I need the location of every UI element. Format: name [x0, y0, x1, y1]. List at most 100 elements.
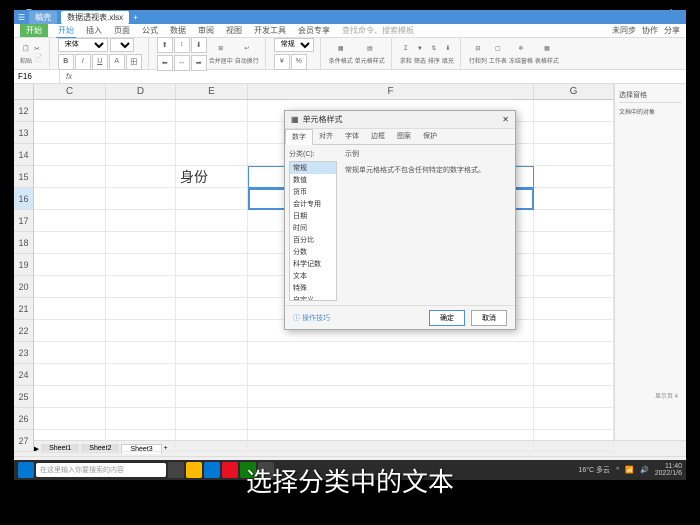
cell-style-button[interactable]: ▤单元格样式 — [355, 43, 385, 65]
coop-button[interactable]: 协作 — [642, 25, 658, 36]
sum-button[interactable]: Σ求和 — [400, 43, 412, 65]
col-header-e[interactable]: E — [176, 84, 248, 99]
align-top-icon[interactable]: ⬆ — [157, 37, 173, 53]
dialog-tips-link[interactable]: ⓘ 操作技巧 — [293, 313, 330, 323]
category-list[interactable]: 常规 数值 货币 会计专用 日期 时间 百分比 分数 科学记数 文本 特殊 自定… — [289, 161, 337, 301]
row-header[interactable]: 15 — [14, 166, 33, 188]
border-button[interactable]: 田 — [126, 54, 142, 70]
row-header[interactable]: 24 — [14, 364, 33, 386]
font-size-select[interactable]: 11 — [110, 38, 134, 52]
ribbon-tab-file[interactable]: 开始 — [20, 24, 48, 37]
italic-button[interactable]: I — [75, 54, 91, 70]
cond-format-button[interactable]: ▦条件格式 — [329, 43, 353, 65]
dialog-titlebar[interactable]: ▦ 单元格样式 ✕ — [285, 111, 515, 129]
bold-button[interactable]: B — [58, 54, 74, 70]
wrap-button[interactable]: ↩自动换行 — [235, 43, 259, 65]
dialog-tab-font[interactable]: 字体 — [339, 129, 365, 144]
row-header[interactable]: 22 — [14, 320, 33, 342]
copy-icon[interactable]: 📄 — [34, 54, 43, 62]
row-header[interactable]: 14 — [14, 144, 33, 166]
table-style-button[interactable]: ▦表格样式 — [535, 43, 559, 65]
name-box[interactable]: F16 — [14, 70, 60, 83]
row-header[interactable]: 12 — [14, 100, 33, 122]
category-custom[interactable]: 自定义 — [290, 294, 336, 301]
row-header[interactable]: 26 — [14, 408, 33, 430]
share-button[interactable]: 分享 — [664, 25, 680, 36]
paste-button[interactable]: 📋粘贴 — [20, 43, 32, 65]
row-header[interactable]: 21 — [14, 298, 33, 320]
row-header[interactable]: 20 — [14, 276, 33, 298]
sort-button[interactable]: ⇅排序 — [428, 43, 440, 65]
underline-button[interactable]: U — [92, 54, 108, 70]
ribbon-tab-layout[interactable]: 页面 — [112, 24, 132, 37]
font-select[interactable]: 宋体 — [58, 38, 108, 52]
category-number[interactable]: 数值 — [290, 174, 336, 186]
ribbon-tab-insert[interactable]: 插入 — [84, 24, 104, 37]
category-percent[interactable]: 百分比 — [290, 234, 336, 246]
col-header-f[interactable]: F — [248, 84, 534, 99]
currency-icon[interactable]: ¥ — [274, 54, 290, 70]
row-header[interactable]: 23 — [14, 342, 33, 364]
row-header[interactable]: 13 — [14, 122, 33, 144]
app-menu-icon[interactable]: ☰ — [18, 13, 25, 22]
ribbon-tab-home[interactable]: 开始 — [56, 24, 76, 38]
app-tab-file[interactable]: 数据透视表.xlsx — [61, 11, 129, 24]
app-tab-add[interactable]: + — [133, 13, 138, 22]
category-date[interactable]: 日期 — [290, 210, 336, 222]
fill-color-button[interactable]: A — [109, 54, 125, 70]
col-header-g[interactable]: G — [534, 84, 614, 99]
row-header[interactable]: 25 — [14, 386, 33, 408]
align-right-icon[interactable]: ➡ — [191, 55, 207, 71]
dialog-tab-border[interactable]: 边框 — [365, 129, 391, 144]
category-general[interactable]: 常规 — [290, 162, 336, 174]
align-mid-icon[interactable]: ↕ — [174, 37, 190, 53]
category-text[interactable]: 文本 — [290, 270, 336, 282]
close-icon[interactable]: ✕ — [502, 115, 509, 124]
ok-button[interactable]: 确定 — [429, 310, 465, 326]
edit-group: Σ求和 ▼筛选 ⇅排序 ⬇填充 — [400, 38, 461, 69]
clipboard-group: 📋粘贴 ✂ 📄 — [20, 38, 50, 69]
ribbon-tab-data[interactable]: 数据 — [168, 24, 188, 37]
category-scientific[interactable]: 科学记数 — [290, 258, 336, 270]
cut-icon[interactable]: ✂ — [34, 45, 43, 53]
ribbon-tab-review[interactable]: 审阅 — [196, 24, 216, 37]
align-center-icon[interactable]: ↔ — [174, 55, 190, 71]
ribbon-tab-dev[interactable]: 开发工具 — [252, 24, 288, 37]
cell-e15[interactable]: 身份 — [176, 166, 248, 188]
category-special[interactable]: 特殊 — [290, 282, 336, 294]
col-header-d[interactable]: D — [106, 84, 176, 99]
row-header[interactable]: 18 — [14, 232, 33, 254]
number-format-select[interactable]: 常规 — [274, 38, 314, 52]
app-tab-template[interactable]: 稿壳 — [29, 11, 57, 24]
category-fraction[interactable]: 分数 — [290, 246, 336, 258]
category-currency[interactable]: 货币 — [290, 186, 336, 198]
percent-icon[interactable]: % — [291, 54, 307, 70]
row-header[interactable]: 16 — [14, 188, 33, 210]
dialog-tab-align[interactable]: 对齐 — [313, 129, 339, 144]
category-time[interactable]: 时间 — [290, 222, 336, 234]
sync-status[interactable]: 未同步 — [612, 25, 636, 36]
dialog-tab-protect[interactable]: 保护 — [417, 129, 443, 144]
merge-button[interactable]: ⊞合并居中 — [209, 43, 233, 65]
fill-button[interactable]: ⬇填充 — [442, 43, 454, 65]
worksheet-button[interactable]: ▢工作表 — [489, 43, 507, 65]
fx-label[interactable]: fx — [60, 72, 78, 81]
row-header[interactable]: 19 — [14, 254, 33, 276]
row-header[interactable]: 27 — [14, 430, 33, 452]
row-header[interactable]: 17 — [14, 210, 33, 232]
align-bot-icon[interactable]: ⬇ — [191, 37, 207, 53]
freeze-button[interactable]: ❄冻结窗格 — [509, 43, 533, 65]
dialog-tab-fill[interactable]: 图案 — [391, 129, 417, 144]
category-accounting[interactable]: 会计专用 — [290, 198, 336, 210]
ribbon-tab-formula[interactable]: 公式 — [140, 24, 160, 37]
ribbon-search[interactable]: 查找命令、搜索模板 — [340, 24, 416, 37]
dialog-tab-number[interactable]: 数字 — [285, 129, 313, 145]
col-header-c[interactable]: C — [34, 84, 106, 99]
select-all-corner[interactable] — [14, 84, 34, 100]
cancel-button[interactable]: 取消 — [471, 310, 507, 326]
rowcol-button[interactable]: ⊟行和列 — [469, 43, 487, 65]
ribbon-tab-view[interactable]: 视图 — [224, 24, 244, 37]
filter-button[interactable]: ▼筛选 — [414, 43, 426, 65]
align-left-icon[interactable]: ⬅ — [157, 55, 173, 71]
ribbon-tab-vip[interactable]: 会员专享 — [296, 24, 332, 37]
